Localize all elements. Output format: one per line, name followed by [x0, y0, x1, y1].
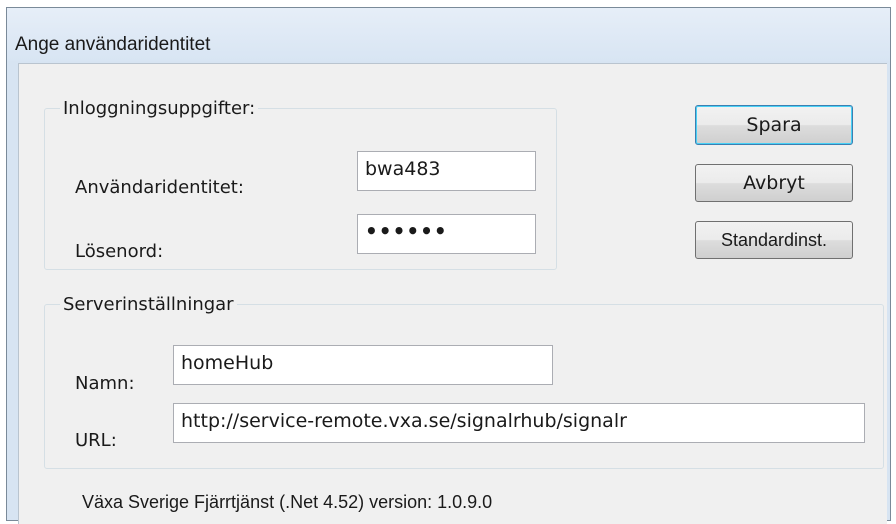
login-group-legend: Inloggningsuppgifter:: [63, 98, 256, 119]
username-label: Användaridentitet:: [75, 177, 244, 198]
cancel-button[interactable]: Avbryt: [695, 164, 853, 202]
defaults-button[interactable]: Standardinst.: [695, 221, 853, 259]
dialog-window: Ange användaridentitet Inloggningsuppgif…: [6, 7, 891, 524]
password-label: Lösenord:: [75, 241, 164, 262]
server-url-input[interactable]: http://service-remote.vxa.se/signalrhub/…: [173, 403, 865, 443]
url-label: URL:: [75, 430, 117, 451]
password-input[interactable]: ••••••: [357, 214, 536, 254]
window-title: Ange användaridentitet: [15, 34, 211, 55]
server-name-input[interactable]: homeHub: [173, 345, 553, 385]
dialog-client-area: Inloggningsuppgifter: Användaridentitet:…: [18, 63, 887, 524]
version-label: Växa Sverige Fjärrtjänst (.Net 4.52) ver…: [82, 492, 493, 512]
server-groupbox: Serverinställningar Namn: homeHub URL: h…: [44, 294, 884, 469]
username-input[interactable]: bwa483: [357, 151, 536, 191]
name-label: Namn:: [75, 373, 135, 394]
title-bar[interactable]: Ange användaridentitet: [7, 8, 890, 61]
save-button[interactable]: Spara: [695, 105, 853, 145]
server-group-legend: Serverinställningar: [63, 294, 234, 315]
login-groupbox: Inloggningsuppgifter: Användaridentitet:…: [44, 98, 557, 270]
